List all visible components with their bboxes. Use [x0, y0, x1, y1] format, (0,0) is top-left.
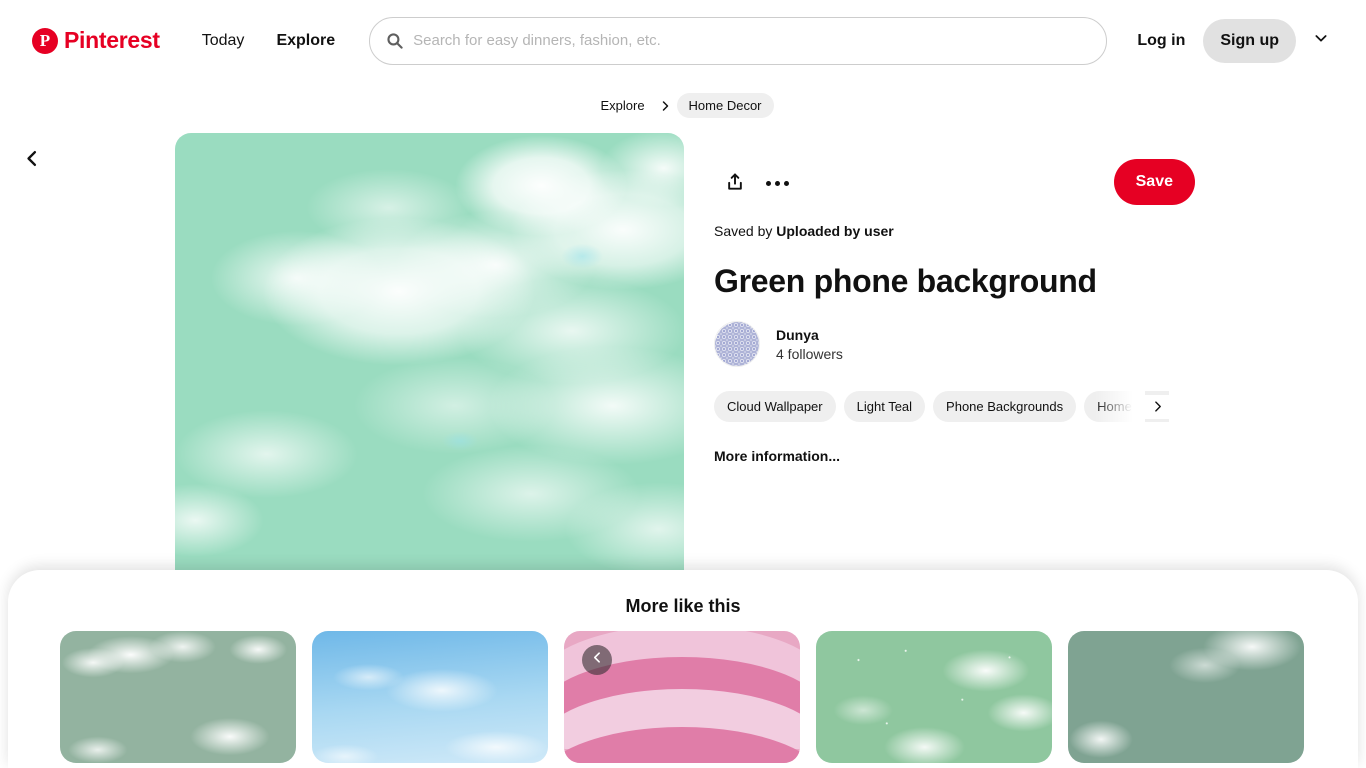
signup-button[interactable]: Sign up — [1203, 18, 1296, 63]
nav-explore[interactable]: Explore — [260, 20, 351, 62]
more-options-button[interactable] — [756, 162, 798, 204]
search-icon — [386, 32, 403, 49]
related-pins-row — [8, 617, 1358, 763]
pin-main-image[interactable] — [175, 133, 684, 573]
saved-by-prefix: Saved by — [714, 223, 773, 239]
creator-name: Dunya — [776, 326, 819, 343]
breadcrumb-explore[interactable]: Explore — [592, 94, 652, 117]
related-pin-sage-green-clouds[interactable] — [60, 631, 296, 763]
chevron-right-icon — [659, 100, 671, 112]
more-options-icon — [765, 180, 789, 186]
share-button[interactable] — [714, 162, 756, 204]
saved-by-line: Saved by Uploaded by user — [714, 223, 1195, 239]
saved-by-name: Uploaded by user — [776, 223, 894, 239]
creator-info: Dunya 4 followers — [776, 327, 843, 362]
more-like-this-heading: More like this — [625, 596, 741, 616]
tags-row: Cloud Wallpaper Light Teal Phone Backgro… — [714, 391, 1169, 422]
tag-cloud-wallpaper[interactable]: Cloud Wallpaper — [714, 391, 836, 422]
more-information-link[interactable]: More information... — [714, 448, 840, 464]
save-button[interactable]: Save — [1113, 159, 1195, 205]
pin-action-row: Save — [714, 153, 1195, 213]
more-like-this-panel: More like this — [8, 570, 1358, 768]
carousel-prev-button[interactable] — [582, 645, 612, 675]
tag-phone-backgrounds[interactable]: Phone Backgrounds — [933, 391, 1077, 422]
identicon-avatar — [714, 321, 760, 367]
nav-today[interactable]: Today — [186, 20, 261, 62]
related-pin-pink-wave-pattern[interactable] — [564, 631, 800, 763]
chevron-left-icon — [23, 149, 42, 173]
related-pin-green-sparkle-clouds[interactable] — [816, 631, 1052, 763]
breadcrumb: Explore Home Decor — [0, 93, 1366, 118]
back-button[interactable] — [14, 143, 50, 179]
search-wrapper — [369, 16, 1108, 65]
search-input[interactable] — [413, 32, 1091, 49]
login-button[interactable]: Log in — [1123, 20, 1199, 62]
breadcrumb-home-decor[interactable]: Home Decor — [676, 93, 774, 118]
search-box[interactable] — [369, 16, 1108, 65]
related-pin-dark-sage-clouds[interactable] — [1068, 631, 1304, 763]
pin-title: Green phone background — [714, 263, 1097, 299]
carousel-prev-icon — [591, 651, 604, 669]
top-header: P Pinterest Today Explore Log in Sign up — [0, 0, 1366, 81]
pinterest-logo[interactable]: P Pinterest — [24, 21, 168, 60]
pin-details: Save Saved by Uploaded by user Green pho… — [684, 133, 1195, 573]
pin-closeup: Save Saved by Uploaded by user Green pho… — [175, 133, 1195, 573]
account-menu-button[interactable] — [1302, 22, 1340, 60]
share-upload-icon — [725, 172, 745, 195]
tags-next-button[interactable] — [1145, 394, 1169, 419]
brand-name: Pinterest — [64, 27, 160, 53]
pinterest-logo-icon: P — [32, 27, 58, 54]
related-pin-blue-sky-clouds[interactable] — [312, 631, 548, 763]
creator-row[interactable]: Dunya 4 followers — [714, 321, 1195, 367]
tag-light-teal[interactable]: Light Teal — [843, 391, 926, 422]
creator-followers: 4 followers — [776, 345, 843, 362]
chevron-down-icon — [1313, 30, 1329, 51]
